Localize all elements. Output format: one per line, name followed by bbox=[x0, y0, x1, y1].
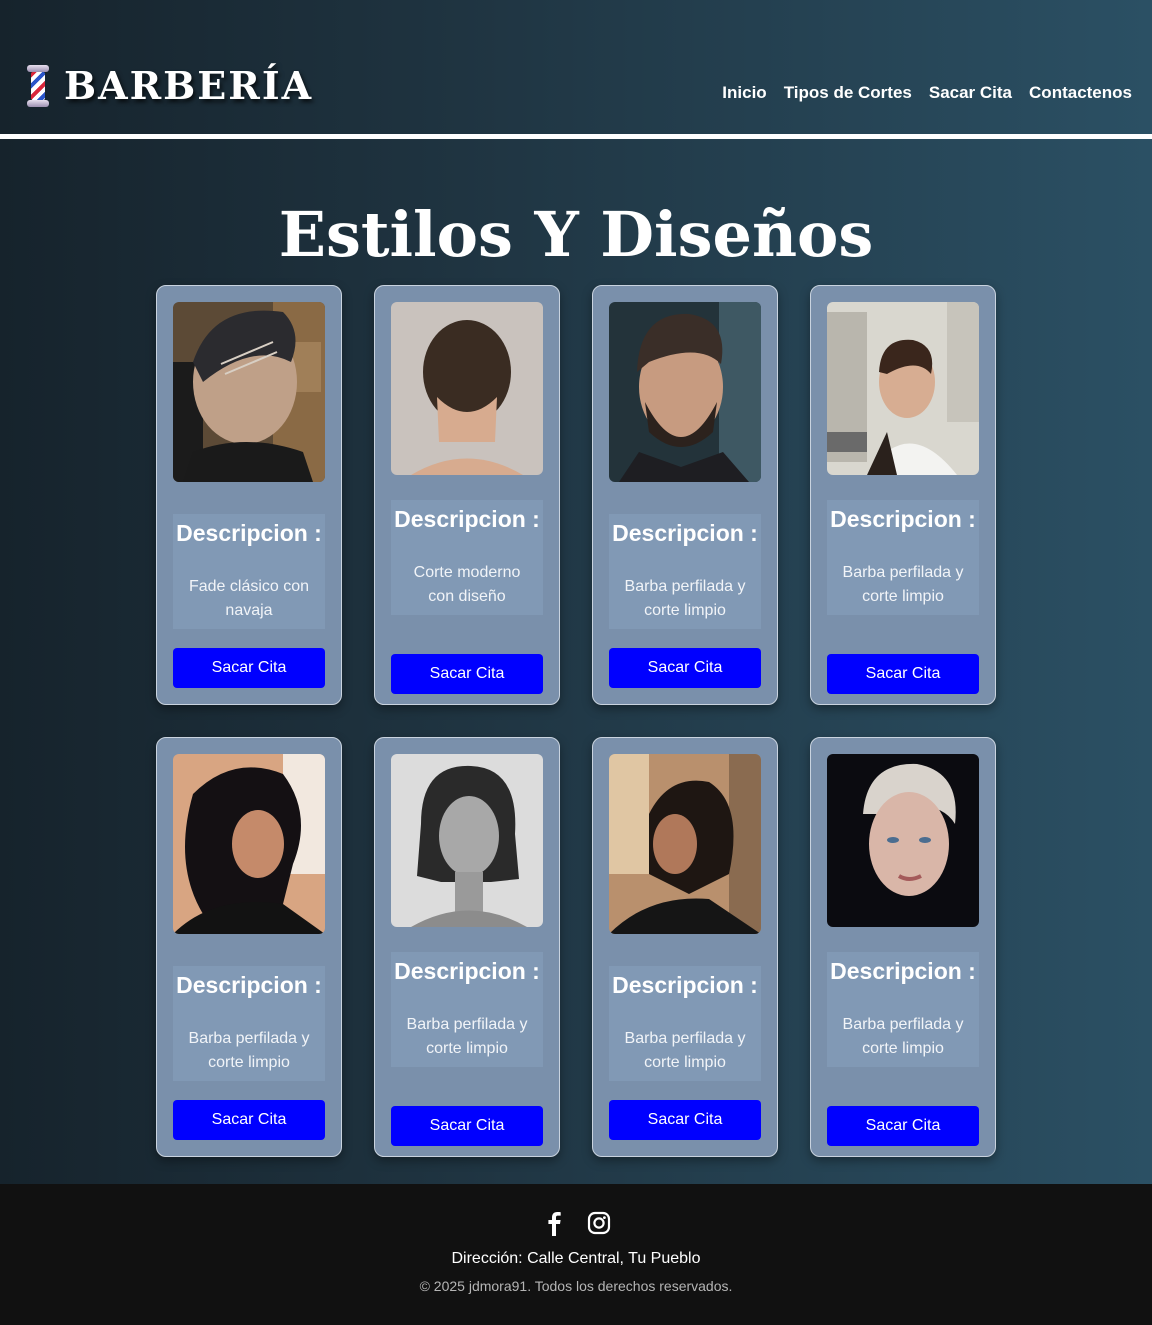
card-description: Descripcion : Fade clásico con navaja bbox=[173, 514, 325, 629]
man-beard-photo bbox=[609, 302, 761, 482]
card-heading: Descripcion : bbox=[394, 958, 540, 984]
facebook-icon[interactable] bbox=[543, 1210, 565, 1236]
styles-grid: Descripcion : Fade clásico con navaja Sa… bbox=[156, 285, 996, 1157]
site-header: BARBERÍA Inicio Tipos de Cortes Sacar Ci… bbox=[0, 0, 1152, 134]
social-links bbox=[0, 1210, 1152, 1236]
style-card: Descripcion : Barba perfilada y corte li… bbox=[810, 737, 996, 1157]
footer-copyright: © 2025 jdmora91. Todos los derechos rese… bbox=[419, 1278, 733, 1294]
man-street-photo bbox=[827, 302, 979, 475]
card-text: Barba perfilada y corte limpio bbox=[842, 564, 964, 605]
style-card: Descripcion : Fade clásico con navaja Sa… bbox=[156, 285, 342, 705]
nav-sacar-cita[interactable]: Sacar Cita bbox=[929, 83, 1012, 103]
card-heading: Descripcion : bbox=[612, 520, 758, 546]
card-text: Barba perfilada y corte limpio bbox=[624, 578, 746, 619]
card-text: Barba perfilada y corte limpio bbox=[188, 1030, 310, 1071]
style-card: Descripcion : Barba perfilada y corte li… bbox=[810, 285, 996, 705]
footer-address: Dirección: Calle Central, Tu Pueblo bbox=[451, 1250, 701, 1267]
header-divider bbox=[0, 134, 1152, 139]
sacar-cita-button[interactable]: Sacar Cita bbox=[827, 1106, 979, 1146]
card-text: Barba perfilada y corte limpio bbox=[624, 1030, 746, 1071]
brand-name: BARBERÍA bbox=[64, 63, 314, 108]
woman-salon-photo bbox=[609, 754, 761, 934]
card-heading: Descripcion : bbox=[612, 972, 758, 998]
woman-curly-hair-photo bbox=[173, 754, 325, 934]
style-card: Descripcion : Barba perfilada y corte li… bbox=[156, 737, 342, 1157]
barber-pole-icon bbox=[24, 64, 52, 107]
sacar-cita-button[interactable]: Sacar Cita bbox=[609, 648, 761, 688]
woman-bob-photo bbox=[391, 754, 543, 927]
card-heading: Descripcion : bbox=[394, 506, 540, 532]
card-text: Fade clásico con navaja bbox=[188, 578, 310, 619]
sacar-cita-button[interactable]: Sacar Cita bbox=[173, 648, 325, 688]
card-description: Descripcion : Corte moderno con diseño bbox=[391, 500, 543, 615]
sacar-cita-button[interactable]: Sacar Cita bbox=[391, 1106, 543, 1146]
card-heading: Descripcion : bbox=[830, 506, 976, 532]
card-text: Corte moderno con diseño bbox=[413, 564, 521, 605]
instagram-icon[interactable] bbox=[587, 1210, 611, 1236]
nav-contactenos[interactable]: Contactenos bbox=[1029, 83, 1132, 103]
card-description: Descripcion : Barba perfilada y corte li… bbox=[173, 966, 325, 1081]
card-description: Descripcion : Barba perfilada y corte li… bbox=[609, 966, 761, 1081]
card-description: Descripcion : Barba perfilada y corte li… bbox=[391, 952, 543, 1067]
sacar-cita-button[interactable]: Sacar Cita bbox=[609, 1100, 761, 1140]
brand[interactable]: BARBERÍA bbox=[24, 63, 313, 108]
sacar-cita-button[interactable]: Sacar Cita bbox=[391, 654, 543, 694]
card-heading: Descripcion : bbox=[830, 958, 976, 984]
sacar-cita-button[interactable]: Sacar Cita bbox=[173, 1100, 325, 1140]
man-fade-haircut-photo bbox=[173, 302, 325, 482]
style-card: Descripcion : Barba perfilada y corte li… bbox=[592, 737, 778, 1157]
sacar-cita-button[interactable]: Sacar Cita bbox=[827, 654, 979, 694]
woman-pixie-photo bbox=[827, 754, 979, 927]
card-heading: Descripcion : bbox=[176, 972, 322, 998]
style-card: Descripcion : Corte moderno con diseño S… bbox=[374, 285, 560, 705]
site-footer: Dirección: Calle Central, Tu Pueblo © 20… bbox=[0, 1184, 1152, 1325]
man-back-haircut-photo bbox=[391, 302, 543, 475]
nav-tipos-de-cortes[interactable]: Tipos de Cortes bbox=[784, 83, 912, 103]
card-text: Barba perfilada y corte limpio bbox=[406, 1016, 528, 1057]
card-text: Barba perfilada y corte limpio bbox=[842, 1016, 964, 1057]
main-nav: Inicio Tipos de Cortes Sacar Cita Contac… bbox=[722, 83, 1132, 103]
style-card: Descripcion : Barba perfilada y corte li… bbox=[374, 737, 560, 1157]
card-heading: Descripcion : bbox=[176, 520, 322, 546]
page-title: Estilos Y Diseños bbox=[278, 198, 874, 271]
nav-inicio[interactable]: Inicio bbox=[722, 83, 766, 103]
style-card: Descripcion : Barba perfilada y corte li… bbox=[592, 285, 778, 705]
card-description: Descripcion : Barba perfilada y corte li… bbox=[827, 952, 979, 1067]
card-description: Descripcion : Barba perfilada y corte li… bbox=[827, 500, 979, 615]
card-description: Descripcion : Barba perfilada y corte li… bbox=[609, 514, 761, 629]
